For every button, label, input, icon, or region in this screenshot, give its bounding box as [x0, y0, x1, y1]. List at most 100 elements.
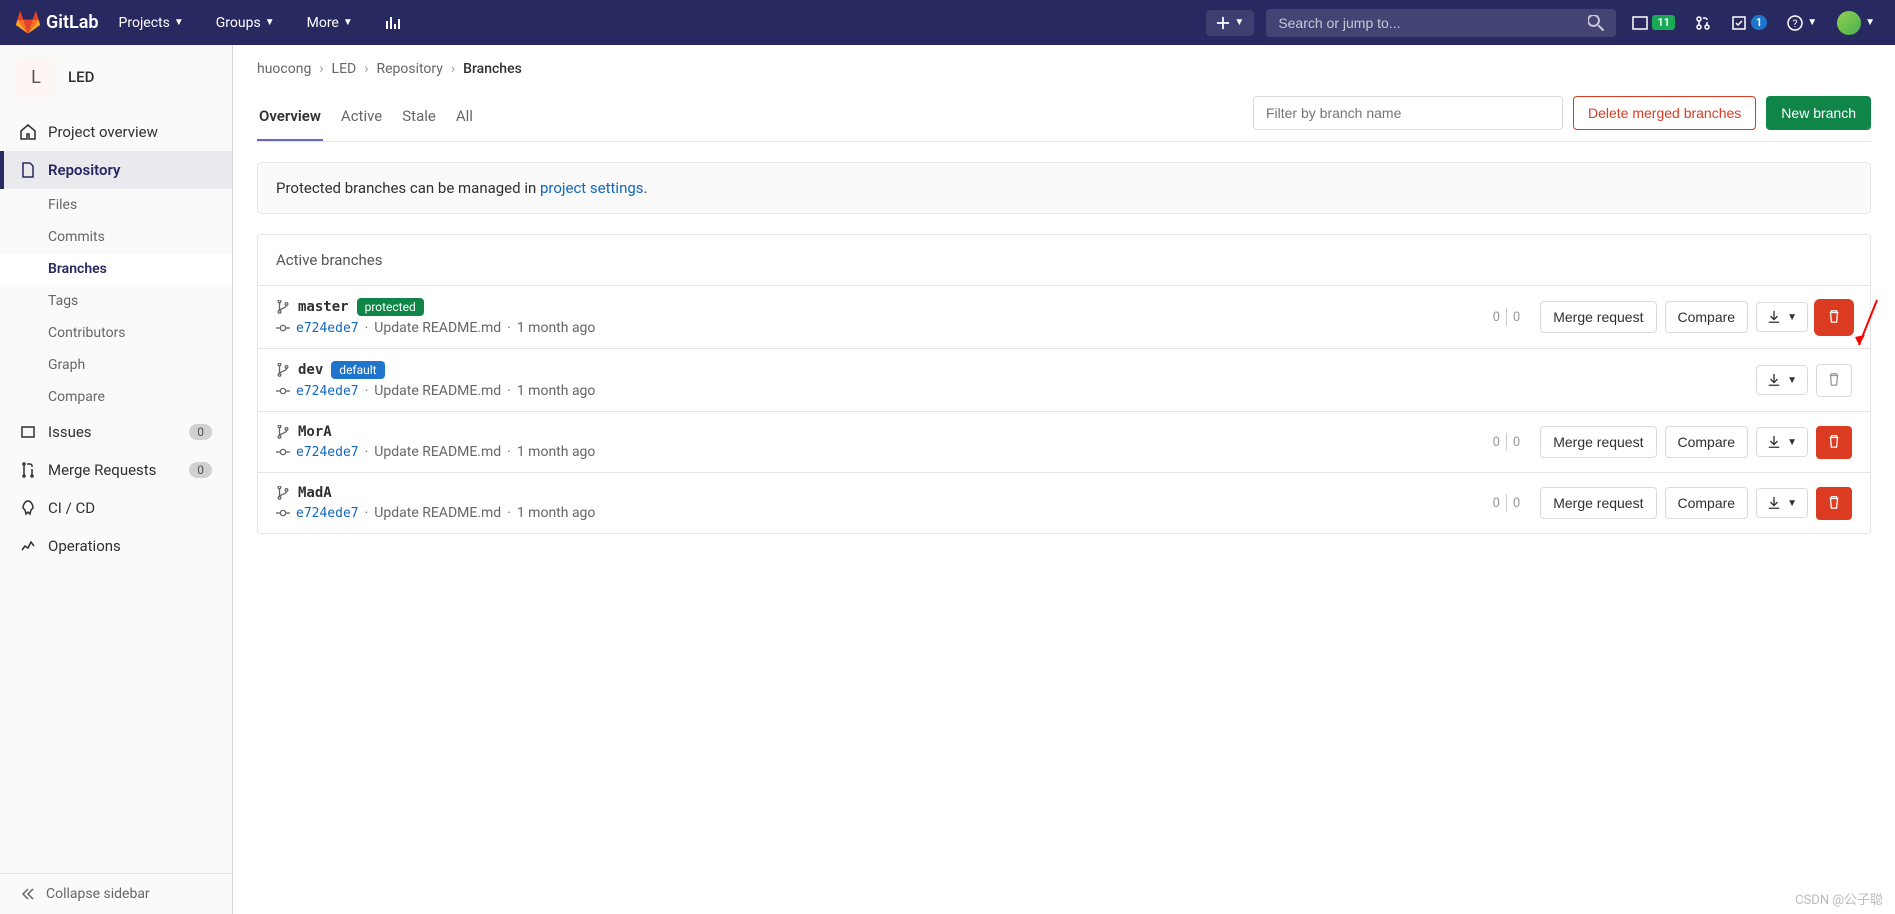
compare-button[interactable]: Compare: [1665, 426, 1749, 458]
default-badge: default: [331, 361, 384, 379]
compare-button[interactable]: Compare: [1665, 487, 1749, 519]
sidebar-item-operations[interactable]: Operations: [0, 527, 232, 565]
search-input[interactable]: [1278, 15, 1588, 31]
behind-count: 0: [1493, 496, 1500, 511]
gitlab-logo[interactable]: GitLab: [16, 11, 99, 35]
commit-icon: [276, 445, 290, 459]
merge-request-button[interactable]: Merge request: [1540, 426, 1656, 458]
nav-user-menu[interactable]: ▼: [1833, 7, 1879, 39]
commit-time: 1 month ago: [517, 505, 596, 521]
sidebar-sub-graph[interactable]: Graph: [0, 349, 232, 381]
collapse-label: Collapse sidebar: [46, 886, 150, 902]
branches-panel: Active branches masterprotectede724ede7 …: [257, 234, 1871, 534]
sidebar-sub-tags[interactable]: Tags: [0, 285, 232, 317]
commit-message: Update README.md: [374, 505, 501, 521]
sidebar-sub-contributors[interactable]: Contributors: [0, 317, 232, 349]
nav-todos[interactable]: 1: [1727, 11, 1771, 35]
project-header[interactable]: L LED: [0, 45, 232, 109]
trash-icon: [1827, 372, 1841, 386]
download-button[interactable]: ▼: [1756, 488, 1808, 518]
tab-all[interactable]: All: [454, 93, 475, 141]
chevron-down-icon: ▼: [1807, 17, 1817, 28]
chevron-down-icon: ▼: [1787, 312, 1797, 323]
sidebar-item-merge-requests[interactable]: Merge Requests0: [0, 451, 232, 489]
branch-icon: [276, 300, 290, 314]
sidebar-item-label: Merge Requests: [48, 461, 156, 479]
commit-sha[interactable]: e724ede7: [296, 321, 359, 336]
brand-text: GitLab: [46, 12, 99, 33]
search-icon: [1588, 15, 1604, 31]
sidebar-item-overview[interactable]: Project overview: [0, 113, 232, 151]
nav-activity[interactable]: [373, 7, 413, 39]
crumb-user[interactable]: huocong: [257, 61, 311, 77]
branch-row: MorAe724ede7 · Update README.md · 1 mont…: [258, 412, 1870, 473]
branch-name[interactable]: MadA: [298, 485, 332, 501]
new-branch-button[interactable]: New branch: [1766, 96, 1871, 130]
branch-name[interactable]: master: [298, 299, 349, 315]
crumb-repository[interactable]: Repository: [376, 61, 442, 77]
behind-count: 0: [1493, 310, 1500, 325]
nav-projects[interactable]: Projects ▼: [107, 7, 196, 39]
chevron-down-icon: ▼: [1787, 375, 1797, 386]
commit-sha[interactable]: e724ede7: [296, 445, 359, 460]
crumb-branches: Branches: [463, 61, 522, 77]
sidebar-item-repository[interactable]: Repository: [0, 151, 232, 189]
ahead-count: 0: [1513, 435, 1520, 450]
filter-input[interactable]: [1253, 96, 1563, 130]
nav-more[interactable]: More▼: [295, 7, 365, 39]
chevron-down-icon: ▼: [174, 17, 184, 28]
breadcrumb: huocong› LED› Repository› Branches: [257, 61, 1871, 93]
nav-groups[interactable]: Groups▼: [204, 7, 287, 39]
commit-sha[interactable]: e724ede7: [296, 384, 359, 399]
chevron-down-icon: ▼: [1865, 17, 1875, 28]
merge-request-button[interactable]: Merge request: [1540, 487, 1656, 519]
commit-message: Update README.md: [374, 444, 501, 460]
download-button[interactable]: ▼: [1756, 302, 1808, 332]
tab-stale[interactable]: Stale: [400, 93, 438, 141]
download-button[interactable]: ▼: [1756, 365, 1808, 395]
new-menu[interactable]: ▼: [1206, 10, 1254, 36]
download-icon: [1767, 496, 1781, 510]
search-box[interactable]: [1266, 9, 1616, 37]
nav-help[interactable]: ?▼: [1783, 11, 1821, 35]
avatar: [1837, 11, 1861, 35]
chart-icon: [385, 15, 401, 31]
branch-name[interactable]: dev: [298, 362, 323, 378]
chevron-down-icon: ▼: [1234, 17, 1244, 28]
delete-branch-button[interactable]: [1816, 487, 1852, 520]
sidebar-sub-commits[interactable]: Commits: [0, 221, 232, 253]
project-settings-link[interactable]: project settings: [540, 179, 644, 197]
download-button[interactable]: ▼: [1756, 427, 1808, 457]
collapse-sidebar[interactable]: Collapse sidebar: [0, 873, 232, 914]
tab-active[interactable]: Active: [339, 93, 384, 141]
tab-overview[interactable]: Overview: [257, 93, 323, 141]
sidebar-item-label: Repository: [48, 161, 120, 179]
help-icon: ?: [1787, 15, 1803, 31]
delete-merged-button[interactable]: Delete merged branches: [1573, 96, 1756, 130]
merge-request-button[interactable]: Merge request: [1540, 301, 1656, 333]
delete-branch-button[interactable]: [1816, 301, 1852, 334]
divergence-graph: 00: [1493, 308, 1521, 326]
nav-issues[interactable]: 11: [1628, 11, 1679, 35]
project-avatar: L: [16, 57, 56, 97]
issues-count-badge: 11: [1652, 15, 1675, 30]
compare-button[interactable]: Compare: [1665, 301, 1749, 333]
issues-count: 0: [189, 424, 212, 440]
sidebar-sub-branches[interactable]: Branches: [0, 253, 232, 285]
sidebar-item-issues[interactable]: Issues0: [0, 413, 232, 451]
divergence-graph: 00: [1493, 494, 1521, 512]
sidebar-sub-compare[interactable]: Compare: [0, 381, 232, 413]
nav-merge-requests[interactable]: [1691, 11, 1715, 35]
sidebar-item-cicd[interactable]: CI / CD: [0, 489, 232, 527]
delete-branch-button[interactable]: [1816, 426, 1852, 459]
sidebar-sub-files[interactable]: Files: [0, 189, 232, 221]
merge-request-icon: [1695, 15, 1711, 31]
branch-name[interactable]: MorA: [298, 424, 332, 440]
nav-projects-label: Projects: [119, 15, 170, 31]
branch-icon: [276, 363, 290, 377]
plus-icon: [1216, 16, 1230, 30]
crumb-project[interactable]: LED: [332, 61, 357, 77]
sidebar-item-label: CI / CD: [48, 499, 95, 517]
commit-sha[interactable]: e724ede7: [296, 506, 359, 521]
download-icon: [1767, 373, 1781, 387]
